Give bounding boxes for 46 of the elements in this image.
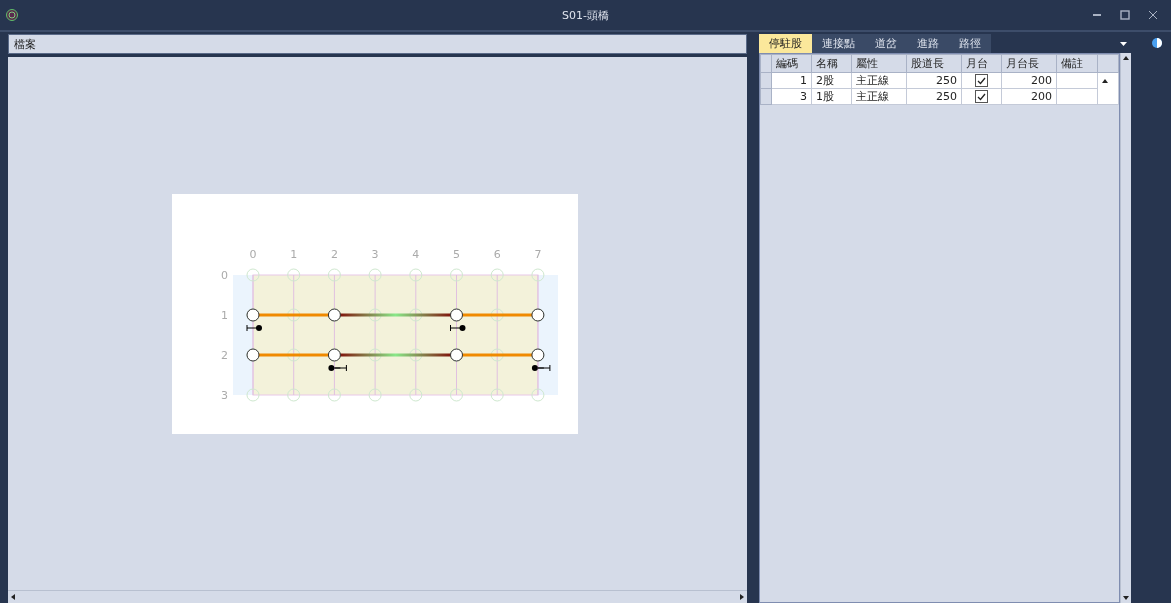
- column-label: 3: [371, 247, 379, 261]
- column-header[interactable]: 月台長: [1001, 54, 1057, 73]
- window-title: S01-頭橋: [562, 7, 609, 23]
- signal-icon: [450, 324, 466, 331]
- maximize-icon[interactable]: [1120, 10, 1130, 20]
- column-header[interactable]: 股道長: [906, 54, 962, 73]
- tab[interactable]: 停駐股: [758, 34, 812, 53]
- vertical-scrollbar[interactable]: [1119, 53, 1131, 603]
- scroll-up-icon[interactable]: [1122, 56, 1129, 60]
- horizontal-scrollbar[interactable]: [8, 590, 747, 603]
- scroll-left-icon[interactable]: [11, 594, 15, 600]
- header-title: 檔案: [14, 36, 36, 52]
- column-header[interactable]: 備註: [1056, 54, 1097, 73]
- column-label: 4: [412, 247, 420, 261]
- scroll-right-icon[interactable]: [739, 594, 744, 600]
- column-label: 5: [453, 247, 461, 261]
- app-logo-icon: [6, 9, 18, 21]
- scroll-up-icon[interactable]: [1101, 79, 1108, 83]
- column-header[interactable]: 月台: [961, 54, 1002, 73]
- tab[interactable]: 進路: [906, 34, 949, 53]
- column-label: 7: [534, 247, 542, 261]
- column-label: 2: [331, 247, 339, 261]
- dropdown-caret-icon[interactable]: [1119, 41, 1127, 46]
- close-icon[interactable]: [1148, 10, 1158, 20]
- column-label: 6: [493, 247, 501, 261]
- column-header[interactable]: 名稱: [811, 54, 852, 73]
- row-label: 1: [221, 308, 229, 322]
- checkbox[interactable]: [975, 74, 989, 88]
- tab[interactable]: 道岔: [864, 34, 907, 53]
- tab[interactable]: 路徑: [948, 34, 991, 53]
- row-label: 2: [221, 348, 229, 362]
- row-label: 3: [221, 388, 229, 402]
- row-label: 0: [221, 268, 229, 282]
- column-header[interactable]: 屬性: [851, 54, 907, 73]
- tab[interactable]: 連接點: [811, 34, 865, 53]
- signal-icon: [246, 324, 263, 331]
- column-label: 1: [290, 247, 298, 261]
- column-header[interactable]: 編碼: [771, 54, 812, 73]
- column-label: 0: [249, 247, 257, 261]
- checkbox[interactable]: [975, 90, 989, 104]
- theme-toggle-icon[interactable]: [1151, 38, 1162, 48]
- signal-icon: [532, 364, 551, 371]
- scroll-down-icon[interactable]: [1122, 596, 1129, 600]
- row-header-cell[interactable]: [760, 88, 771, 105]
- signal-icon: [328, 364, 348, 371]
- row-header-cell[interactable]: [760, 72, 771, 89]
